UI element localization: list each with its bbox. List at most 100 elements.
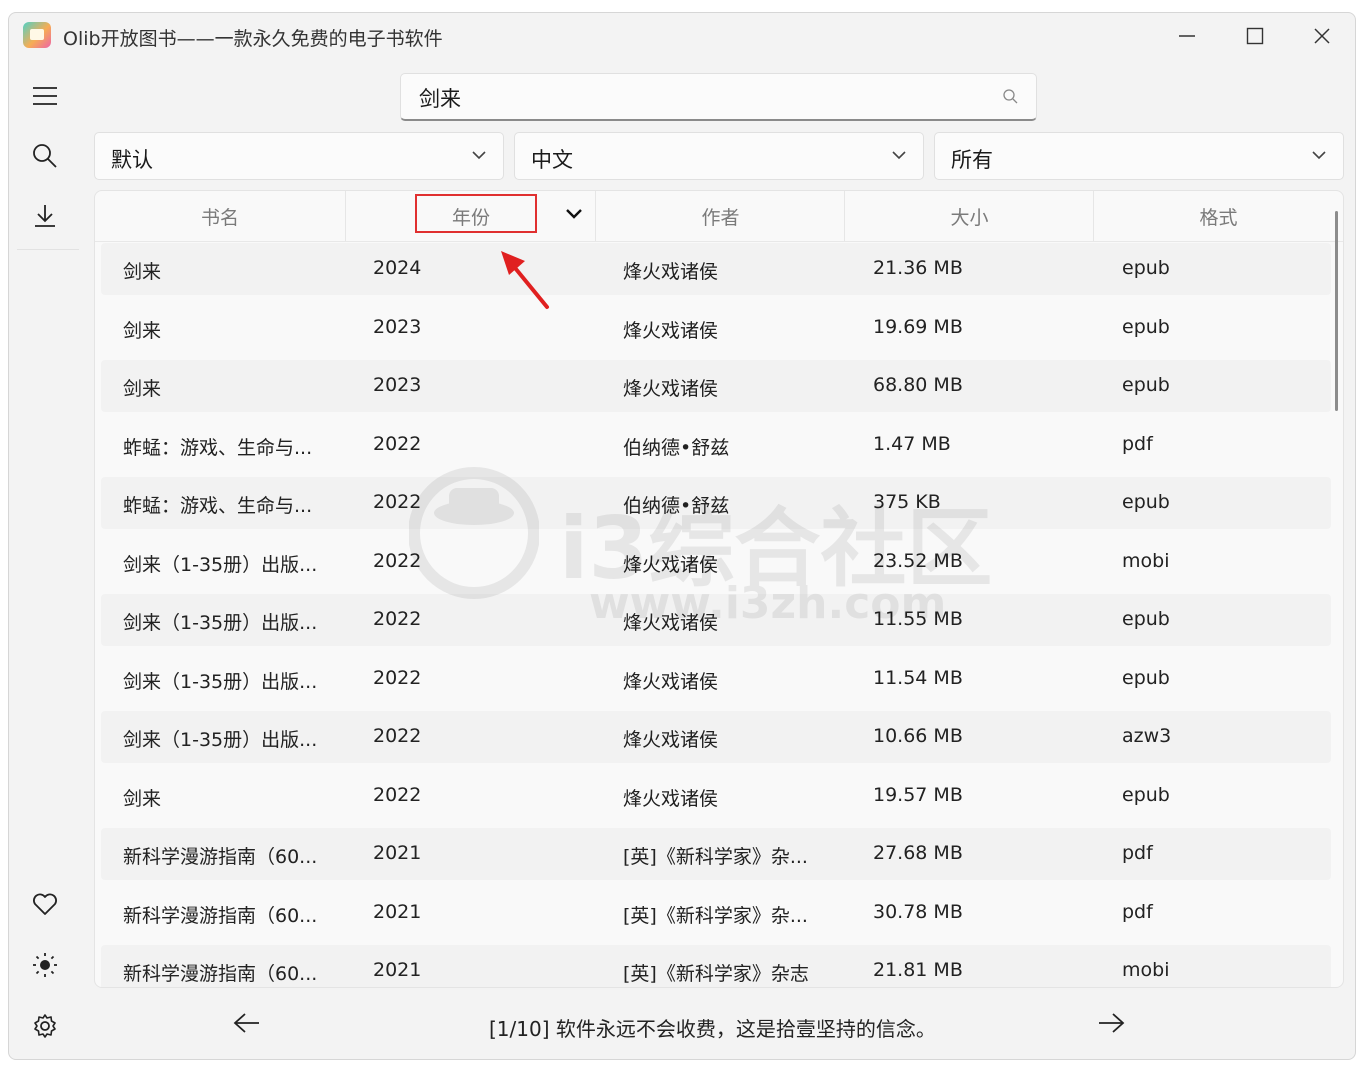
- table-row[interactable]: 剑来（1-35册）出版... 2022 烽火戏诸侯 11.54 MB epub: [101, 653, 1331, 705]
- table-row[interactable]: 新科学漫游指南（60... 2021 [英]《新科学家》杂... 27.68 MB pd…: [101, 828, 1331, 880]
- menu-icon: [33, 87, 57, 105]
- table-row[interactable]: 剑来 2022 烽火戏诸侯 19.57 MB epub: [101, 770, 1331, 822]
- window-title: Olib开放图书——一款永久免费的电子书软件: [63, 28, 443, 50]
- cell-format: pdf: [1122, 433, 1153, 455]
- cell-format: epub: [1122, 491, 1170, 513]
- cell-size: 68.80 MB: [873, 374, 963, 396]
- language-dropdown[interactable]: 中文: [514, 132, 924, 180]
- cell-year: 2024: [373, 257, 422, 279]
- cell-author: 烽火戏诸侯: [623, 554, 719, 576]
- table-row[interactable]: 蚱蜢：游戏、生命与... 2022 伯纳德•舒兹 375 KB epub: [101, 477, 1331, 529]
- cell-year: 2023: [373, 316, 422, 338]
- settings-icon: [34, 1014, 56, 1038]
- cell-size: 11.54 MB: [873, 667, 963, 689]
- arrow-right-icon: [1099, 1013, 1125, 1033]
- brightness-icon: [33, 953, 57, 977]
- column-header-size[interactable]: 大小: [845, 191, 1094, 241]
- sort-chevron-down-icon[interactable]: [565, 207, 583, 221]
- cell-year: 2022: [373, 433, 422, 455]
- settings-button[interactable]: [27, 1008, 63, 1044]
- cell-year: 2022: [373, 667, 422, 689]
- maximize-button[interactable]: [1235, 21, 1275, 51]
- close-icon: [1314, 28, 1330, 44]
- cell-size: 30.78 MB: [873, 901, 963, 923]
- cell-title: 剑来（1-35册）出版...: [123, 729, 318, 751]
- cell-title: 剑来: [123, 320, 162, 342]
- table-row[interactable]: 剑来（1-35册）出版... 2022 烽火戏诸侯 11.55 MB epub: [101, 594, 1331, 646]
- cell-title: 蚱蜢：游戏、生命与...: [123, 495, 313, 517]
- cell-year: 2021: [373, 959, 422, 981]
- minimize-icon: [1179, 35, 1195, 37]
- sort-dropdown[interactable]: 默认: [94, 132, 504, 180]
- table-row[interactable]: 剑来 2023 烽火戏诸侯 19.69 MB epub: [101, 302, 1331, 354]
- highlight-annotation-box: [415, 194, 537, 233]
- sort-dropdown-value: 默认: [111, 148, 153, 172]
- search-submit-button[interactable]: [1002, 88, 1018, 108]
- cell-year: 2022: [373, 784, 422, 806]
- sidebar-divider: [17, 249, 79, 250]
- cell-format: azw3: [1122, 725, 1172, 747]
- cell-size: 21.81 MB: [873, 959, 963, 981]
- sidebar-item-favorites[interactable]: [27, 886, 63, 922]
- table-row[interactable]: 蚱蜢：游戏、生命与... 2022 伯纳德•舒兹 1.47 MB pdf: [101, 419, 1331, 471]
- heart-icon: [33, 893, 57, 915]
- sidebar-item-search[interactable]: [27, 138, 63, 174]
- cell-year: 2021: [373, 842, 422, 864]
- cell-format: epub: [1122, 608, 1170, 630]
- theme-toggle-button[interactable]: [27, 947, 63, 983]
- minimize-button[interactable]: [1167, 21, 1207, 51]
- table-row[interactable]: 新科学漫游指南（60... 2021 [英]《新科学家》杂... 30.78 MB pd…: [101, 887, 1331, 939]
- cell-year: 2022: [373, 608, 422, 630]
- cell-author: 烽火戏诸侯: [623, 729, 719, 751]
- search-input[interactable]: [417, 82, 981, 114]
- table-row[interactable]: 剑来 2024 烽火戏诸侯 21.36 MB epub: [101, 243, 1331, 295]
- cell-format: mobi: [1122, 550, 1170, 572]
- column-header-format[interactable]: 格式: [1094, 191, 1343, 241]
- cell-size: 21.36 MB: [873, 257, 963, 279]
- cell-title: 新科学漫游指南（60...: [123, 963, 318, 985]
- close-button[interactable]: [1302, 21, 1342, 51]
- column-header-author[interactable]: 作者: [596, 191, 845, 241]
- cell-title: 剑来（1-35册）出版...: [123, 554, 318, 576]
- cell-size: 11.55 MB: [873, 608, 963, 630]
- cell-size: 375 KB: [873, 491, 941, 513]
- column-header-title[interactable]: 书名: [95, 191, 345, 241]
- format-dropdown-value: 所有: [951, 148, 993, 172]
- format-dropdown[interactable]: 所有: [934, 132, 1344, 180]
- search-box: [400, 73, 1037, 121]
- cell-format: epub: [1122, 257, 1170, 279]
- page-status-text: [1/10] 软件永远不会收费，这是拾壹坚持的信念。: [489, 1017, 936, 1041]
- menu-button[interactable]: [27, 78, 63, 114]
- table-row[interactable]: 剑来（1-35册）出版... 2022 烽火戏诸侯 23.52 MB mobi: [101, 536, 1331, 588]
- table-row[interactable]: 剑来（1-35册）出版... 2022 烽火戏诸侯 10.66 MB azw3: [101, 711, 1331, 763]
- cell-author: 烽火戏诸侯: [623, 788, 719, 810]
- cell-title: 剑来: [123, 378, 162, 400]
- cell-format: epub: [1122, 784, 1170, 806]
- cell-size: 10.66 MB: [873, 725, 963, 747]
- cell-size: 23.52 MB: [873, 550, 963, 572]
- previous-page-button[interactable]: [227, 1008, 267, 1038]
- cell-format: epub: [1122, 374, 1170, 396]
- cell-year: 2021: [373, 901, 422, 923]
- next-page-button[interactable]: [1091, 1008, 1131, 1038]
- cell-author: 烽火戏诸侯: [623, 612, 719, 634]
- chevron-down-icon: [892, 151, 906, 160]
- cell-year: 2022: [373, 550, 422, 572]
- cell-author: [英]《新科学家》杂志: [623, 963, 809, 985]
- vertical-scrollbar[interactable]: [1335, 211, 1338, 411]
- sidebar-item-downloads[interactable]: [27, 198, 63, 234]
- table-row[interactable]: 剑来 2023 烽火戏诸侯 68.80 MB epub: [101, 360, 1331, 412]
- cell-year: 2023: [373, 374, 422, 396]
- cell-title: 剑来（1-35册）出版...: [123, 612, 318, 634]
- table-row[interactable]: 新科学漫游指南（60... 2021 [英]《新科学家》杂志 21.81 MB mobi: [101, 945, 1331, 987]
- cell-format: pdf: [1122, 901, 1153, 923]
- annotation-arrow-icon: [501, 251, 549, 309]
- cell-title: 剑来（1-35册）出版...: [123, 671, 318, 693]
- cell-author: [英]《新科学家》杂...: [623, 905, 808, 927]
- chevron-down-icon: [1312, 151, 1326, 160]
- cell-author: 伯纳德•舒兹: [623, 495, 730, 517]
- cell-size: 19.69 MB: [873, 316, 963, 338]
- cell-title: 新科学漫游指南（60...: [123, 905, 318, 927]
- cell-title: 剑来: [123, 788, 162, 810]
- cell-year: 2022: [373, 725, 422, 747]
